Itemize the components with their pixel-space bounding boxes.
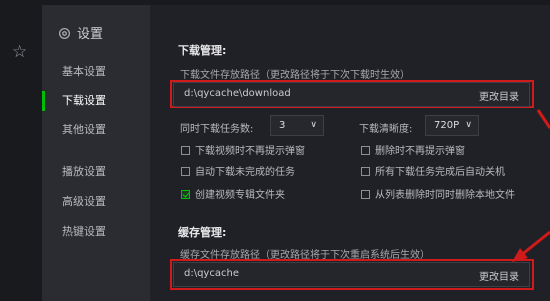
arrow-to-download-path xyxy=(536,109,550,129)
annotation-arrows xyxy=(512,109,550,262)
arrow-to-cache-path xyxy=(512,230,550,262)
